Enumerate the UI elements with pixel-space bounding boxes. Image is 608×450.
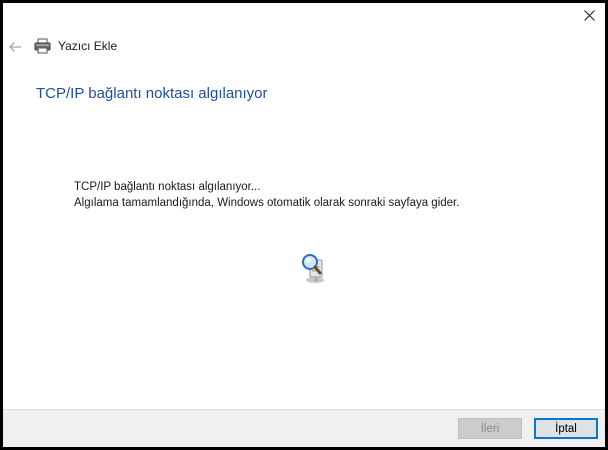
- status-text: TCP/IP bağlantı noktası algılanıyor... A…: [74, 179, 459, 211]
- status-line-2: Algılama tamamlandığında, Windows otomat…: [74, 197, 460, 209]
- back-button[interactable]: [5, 37, 25, 57]
- close-button[interactable]: [573, 3, 605, 27]
- network-search-icon: [300, 252, 330, 284]
- dialog-footer: İleri İptal: [3, 409, 605, 447]
- dialog-header: Yazıcı Ekle: [34, 36, 117, 56]
- dialog-title: Yazıcı Ekle: [58, 39, 118, 53]
- page-heading: TCP/IP bağlantı noktası algılanıyor: [36, 85, 268, 102]
- status-line-1: TCP/IP bağlantı noktası algılanıyor...: [74, 181, 261, 193]
- add-printer-dialog: Yazıcı Ekle TCP/IP bağlantı noktası algı…: [3, 3, 605, 447]
- close-icon: [583, 9, 595, 21]
- next-button[interactable]: İleri: [458, 418, 522, 439]
- printer-icon: [34, 37, 52, 55]
- back-arrow-icon: [9, 42, 21, 52]
- cancel-button[interactable]: İptal: [534, 418, 598, 439]
